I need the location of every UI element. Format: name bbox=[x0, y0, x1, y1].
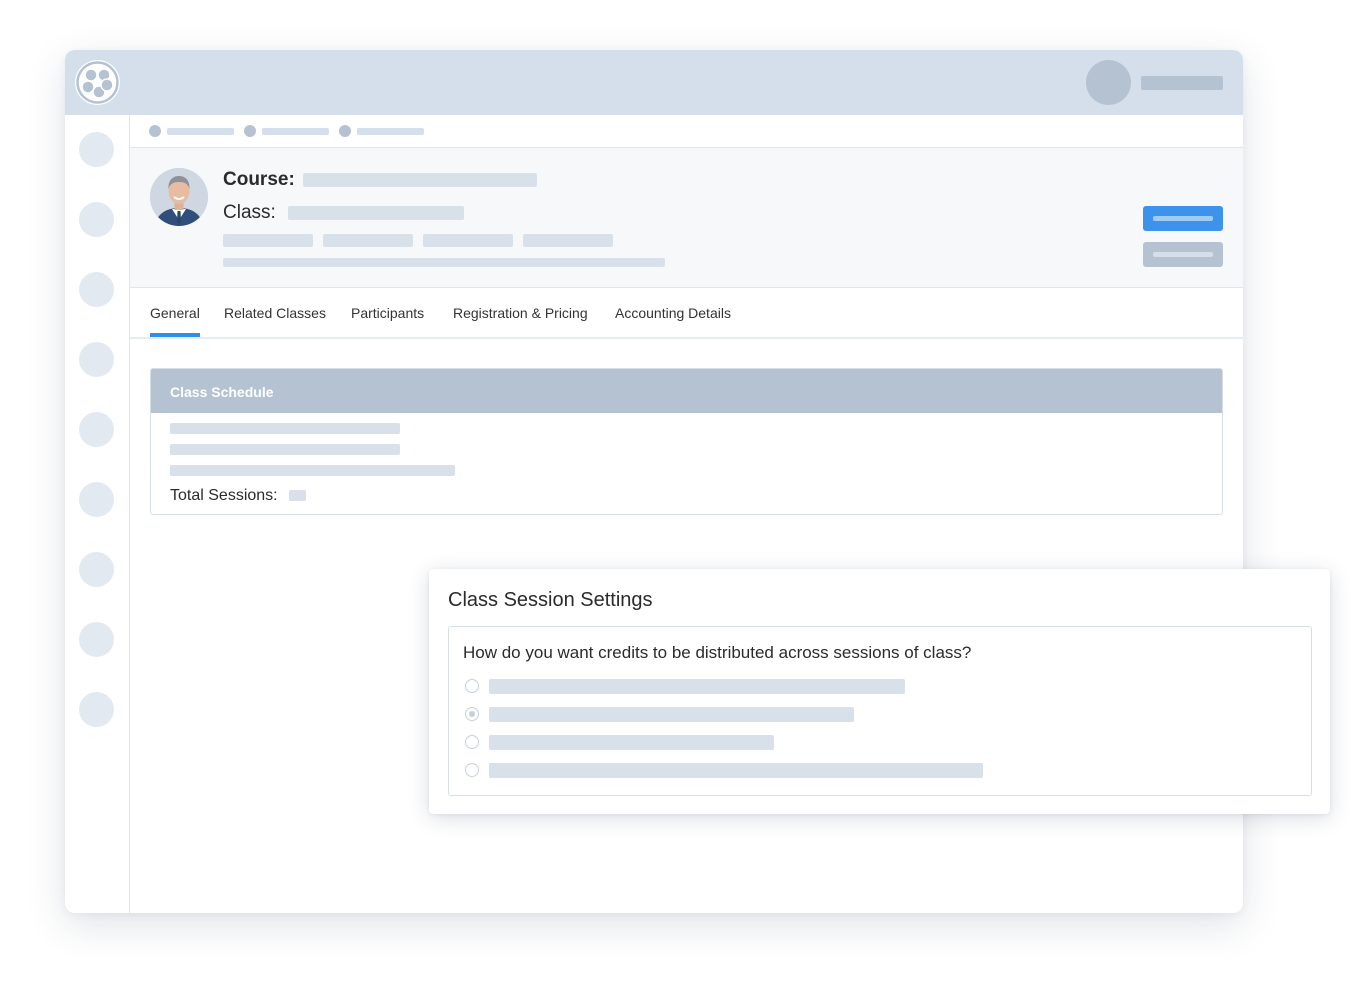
breadcrumb bbox=[130, 115, 1243, 148]
user-avatar[interactable] bbox=[1086, 60, 1131, 105]
meta-placeholder bbox=[323, 234, 413, 247]
sidebar-nav-icon[interactable] bbox=[79, 412, 114, 447]
credit-option-label-placeholder[interactable] bbox=[489, 763, 983, 778]
user-name-placeholder[interactable] bbox=[1141, 76, 1223, 90]
credit-distribution-question: How do you want credits to be distribute… bbox=[463, 643, 972, 662]
credit-option-radio[interactable] bbox=[465, 763, 479, 777]
meta-placeholder bbox=[423, 234, 513, 247]
meta-placeholder bbox=[223, 234, 313, 247]
schedule-line-placeholder bbox=[170, 465, 455, 476]
total-sessions-value-placeholder bbox=[289, 490, 306, 501]
sidebar bbox=[65, 115, 130, 913]
class-schedule-header: Class Schedule bbox=[151, 369, 1222, 413]
sidebar-nav-icon[interactable] bbox=[79, 692, 114, 727]
sidebar-nav-icon[interactable] bbox=[79, 342, 114, 377]
meta-placeholder bbox=[523, 234, 613, 247]
credit-option-radio[interactable] bbox=[465, 679, 479, 693]
tab-registration-pricing[interactable]: Registration & Pricing bbox=[453, 305, 588, 321]
tab-general[interactable]: General bbox=[150, 305, 200, 337]
sidebar-nav-icon[interactable] bbox=[79, 482, 114, 517]
class-schedule-panel: Class Schedule Total Sessions: bbox=[150, 368, 1223, 515]
credit-option-radio[interactable] bbox=[465, 735, 479, 749]
app-logo-icon[interactable] bbox=[75, 60, 120, 105]
sidebar-nav-icon[interactable] bbox=[79, 622, 114, 657]
credit-option-radio-selected[interactable] bbox=[465, 707, 479, 721]
class-header: Course: Class: bbox=[130, 148, 1243, 288]
sidebar-nav-icon[interactable] bbox=[79, 552, 114, 587]
total-sessions-label: Total Sessions: bbox=[170, 487, 278, 504]
sidebar-nav-icon[interactable] bbox=[79, 132, 114, 167]
schedule-line-placeholder bbox=[170, 444, 400, 455]
primary-action-button[interactable] bbox=[1143, 206, 1223, 231]
course-name-placeholder bbox=[303, 173, 537, 187]
credit-option-label-placeholder[interactable] bbox=[489, 679, 905, 694]
instructor-avatar bbox=[150, 168, 208, 226]
tab-participants[interactable]: Participants bbox=[351, 305, 424, 321]
sidebar-nav-icon[interactable] bbox=[79, 202, 114, 237]
secondary-action-button[interactable] bbox=[1143, 242, 1223, 267]
class-name-placeholder bbox=[288, 206, 464, 220]
course-label: Course: bbox=[223, 169, 295, 190]
description-placeholder bbox=[223, 258, 665, 267]
tab-bar: General Related Classes Participants Reg… bbox=[130, 288, 1243, 339]
credit-distribution-group: How do you want credits to be distribute… bbox=[448, 626, 1312, 796]
credit-option-label-placeholder[interactable] bbox=[489, 735, 774, 750]
top-bar bbox=[65, 50, 1243, 115]
class-schedule-title: Class Schedule bbox=[170, 384, 274, 400]
tab-related-classes[interactable]: Related Classes bbox=[224, 305, 326, 321]
class-session-settings-modal: Class Session Settings How do you want c… bbox=[429, 569, 1330, 814]
class-label: Class: bbox=[223, 202, 276, 223]
sidebar-nav-icon[interactable] bbox=[79, 272, 114, 307]
credit-option-label-placeholder[interactable] bbox=[489, 707, 854, 722]
schedule-line-placeholder bbox=[170, 423, 400, 434]
modal-title: Class Session Settings bbox=[448, 589, 653, 611]
tab-accounting-details[interactable]: Accounting Details bbox=[615, 305, 731, 321]
